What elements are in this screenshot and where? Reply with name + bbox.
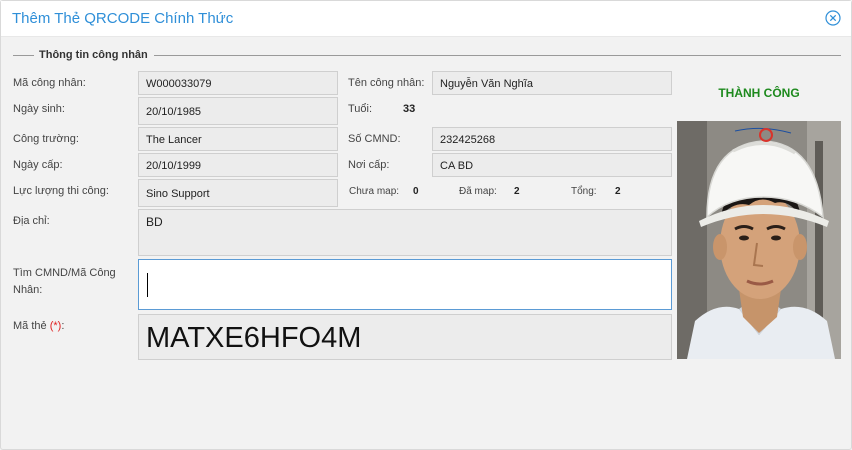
total-label: Tổng: (571, 186, 597, 197)
dob-label: Ngày sinh: (13, 103, 65, 115)
issue-place-field: CA BD (432, 153, 672, 177)
id-number-label: Số CMND: (348, 133, 401, 145)
card-code-label-text: Mã thẻ (13, 320, 47, 332)
total-value: 2 (615, 186, 621, 197)
search-label: Tìm CMND/Mã Công Nhân: (13, 265, 116, 299)
text-caret (147, 273, 148, 297)
required-mark: (*) (49, 320, 62, 332)
dialog-titlebar: Thêm Thẻ QRCODE Chính Thức (1, 1, 851, 37)
age-label: Tuổi: (348, 103, 373, 115)
mapped-value: 2 (514, 186, 520, 197)
id-number-field: 232425268 (432, 127, 672, 151)
age-value: 33 (403, 103, 416, 115)
unmapped-value: 0 (413, 186, 419, 197)
issue-date-label: Ngày cấp: (13, 159, 63, 171)
address-field: BD (138, 209, 672, 256)
address-label: Địa chỉ: (13, 215, 50, 227)
mapped-label: Đã map: (459, 186, 497, 197)
fieldset-line-left (13, 55, 34, 56)
status-text: THÀNH CÔNG (718, 86, 800, 100)
card-code-label: Mã thẻ (*): (13, 320, 64, 332)
dialog-title: Thêm Thẻ QRCODE Chính Thức (12, 10, 234, 27)
site-label: Công trường: (13, 133, 79, 145)
fieldset-legend: Thông tin công nhân (39, 49, 148, 61)
unmapped-label: Chưa map: (349, 186, 400, 197)
search-label-line1: Tìm CMND/Mã Công (13, 267, 116, 279)
worker-name-field: Nguyễn Văn Nghĩa (432, 71, 672, 95)
worker-photo (677, 121, 841, 359)
qrcode-dialog: Thêm Thẻ QRCODE Chính Thức Thông tin côn… (0, 0, 852, 450)
issue-place-label: Nơi cấp: (348, 159, 390, 171)
workforce-field: Sino Support (138, 179, 338, 207)
worker-code-label: Mã công nhân: (13, 77, 86, 89)
worker-code-field: W000033079 (138, 71, 338, 95)
card-code-label-suffix: : (61, 320, 65, 332)
site-field: The Lancer (138, 127, 338, 151)
card-code-field: MATXE6HFO4M (138, 314, 672, 360)
issue-date-field: 20/10/1999 (138, 153, 338, 177)
close-icon[interactable] (825, 10, 841, 26)
worker-name-label: Tên công nhân: (348, 77, 425, 89)
search-label-line2: Nhân: (13, 284, 43, 296)
dob-field: 20/10/1985 (138, 97, 338, 125)
workforce-label: Lực lượng thi công: (13, 185, 109, 197)
fieldset-line-right (154, 55, 841, 56)
search-input[interactable] (138, 259, 672, 310)
